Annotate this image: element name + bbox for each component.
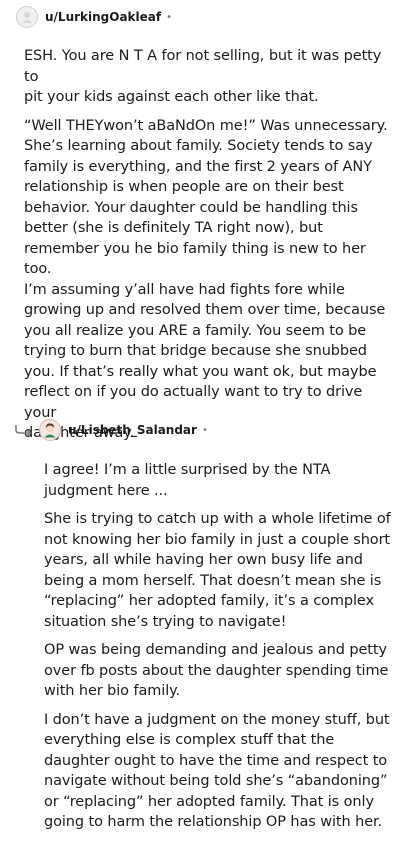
comment-header: u/Lisbeth_Salandar • (39, 419, 208, 441)
comment-body: ESH. You are N T A for not selling, but … (24, 46, 394, 444)
comment-paragraph: OP was being demanding and jealous and p… (44, 642, 389, 699)
user-avatar[interactable] (16, 6, 38, 28)
comment-header: u/LurkingOakleaf • (16, 6, 172, 28)
comment-paragraph: “Well THEYwon’t aBaNdOn me!” Was unneces… (24, 117, 388, 442)
avatar-icon (44, 423, 56, 438)
reply-body: I agree! I’m a little surprised by the N… (44, 460, 394, 833)
separator-dot: • (166, 11, 173, 23)
separator-dot: • (201, 424, 208, 436)
comment-paragraph: I agree! I’m a little surprised by the N… (44, 462, 331, 499)
avatar-icon (22, 12, 32, 23)
username-link[interactable]: u/LurkingOakleaf (45, 10, 161, 24)
comment-paragraph: She is trying to catch up with a whole l… (44, 511, 391, 630)
user-avatar[interactable] (39, 419, 61, 441)
comment-paragraph: I don’t have a judgment on the money stu… (44, 711, 390, 831)
username-link[interactable]: u/Lisbeth_Salandar (68, 423, 197, 437)
reply-arrow-icon (15, 425, 32, 437)
comment-paragraph: ESH. You are N T A for not selling, but … (24, 48, 382, 105)
